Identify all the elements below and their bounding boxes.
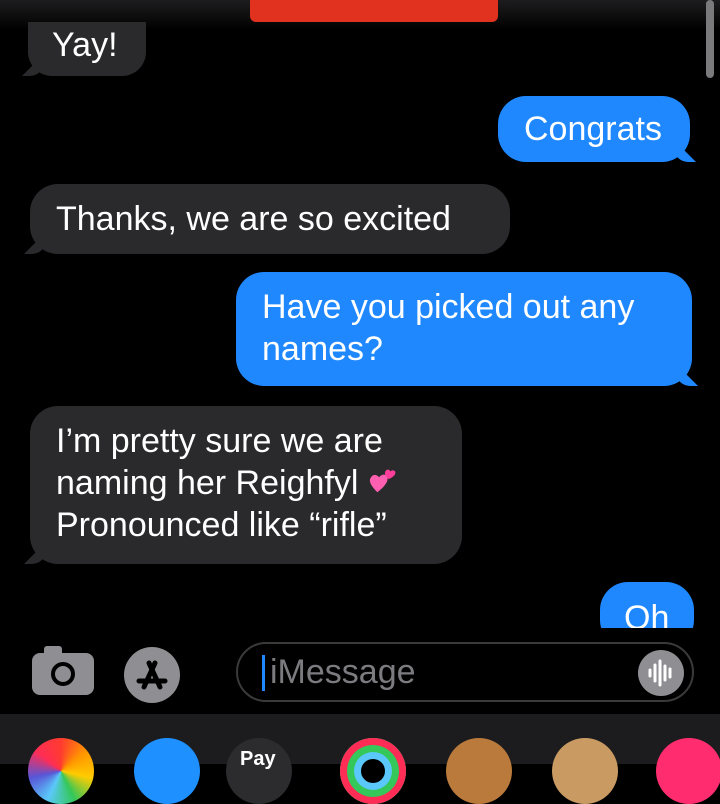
two-hearts-icon	[369, 469, 396, 493]
scrollbar[interactable]	[706, 0, 714, 78]
message-text: Thanks, we are so excited	[56, 200, 451, 238]
app-store-icon[interactable]	[134, 738, 200, 804]
waveform-glyph	[648, 659, 672, 687]
message-text: Yay!	[52, 26, 118, 64]
monkey-icon[interactable]	[552, 738, 618, 804]
photos-icon[interactable]	[28, 738, 94, 804]
message-bubble-incoming[interactable]: I’m pretty sure we are naming her Reighf…	[30, 406, 462, 564]
text-caret	[262, 655, 265, 691]
message-bubble-outgoing[interactable]: Have you picked out any names?	[236, 272, 692, 386]
message-text-line: names?	[262, 330, 383, 368]
message-text: Congrats	[524, 110, 662, 148]
message-text-line: Pronounced like “rifle”	[56, 506, 387, 544]
message-bubble-incoming[interactable]: Yay!	[28, 22, 146, 76]
camera-lens	[51, 662, 75, 686]
app-store-icon[interactable]	[124, 647, 180, 703]
audio-waveform-icon[interactable]	[638, 650, 684, 696]
message-text-fragment: naming her Reighfyl	[56, 464, 359, 502]
message-bubble-outgoing[interactable]: Congrats	[498, 96, 690, 162]
memoji-icon[interactable]	[446, 738, 512, 804]
app-store-glyph	[136, 660, 168, 690]
camera-icon[interactable]	[32, 646, 94, 695]
message-text-line: Have you picked out any	[262, 288, 635, 326]
message-bubble-incoming[interactable]: Thanks, we are so excited	[30, 184, 510, 254]
apple-pay-label: Pay	[240, 748, 276, 770]
hearts-icon[interactable]	[656, 738, 720, 804]
redaction-mark	[250, 0, 498, 22]
message-input-placeholder: iMessage	[270, 653, 416, 691]
message-text-line: I’m pretty sure we are	[56, 422, 383, 460]
activity-rings-icon[interactable]	[340, 738, 406, 804]
message-text-line: naming her Reighfyl	[56, 462, 436, 504]
